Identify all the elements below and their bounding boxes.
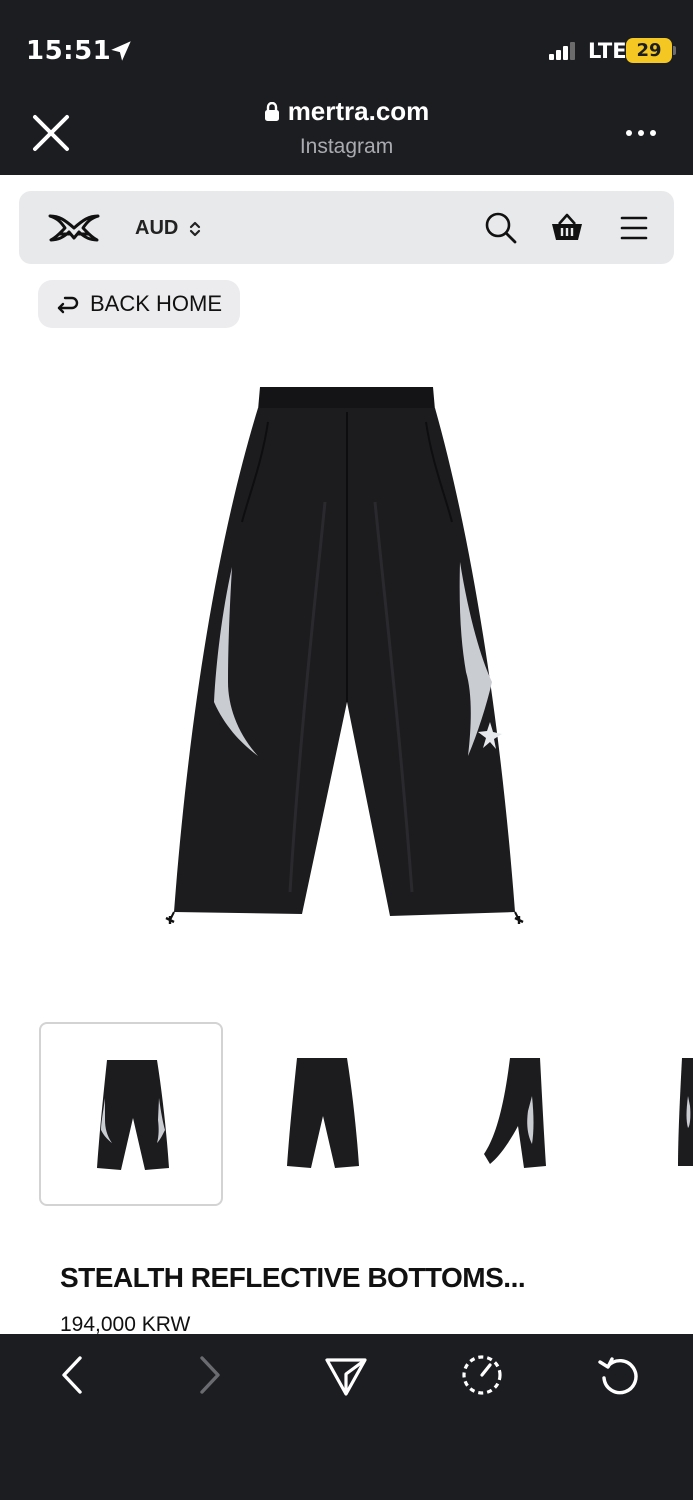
lock-icon xyxy=(264,101,279,121)
browser-header: 15:51 LTE 29 mertra.com Instagram xyxy=(0,0,693,175)
thumbnail-back[interactable] xyxy=(256,1022,440,1206)
thumbnail-front[interactable] xyxy=(39,1022,223,1206)
mertra-logo[interactable] xyxy=(47,210,101,246)
chevron-updown-icon xyxy=(190,221,201,236)
battery-icon: 29 xyxy=(626,38,672,63)
speed-gauge-icon[interactable] xyxy=(459,1352,505,1398)
thumbnail-image xyxy=(484,1058,546,1168)
thumbnail-image xyxy=(287,1058,359,1168)
battery-tip xyxy=(673,46,676,55)
thumbnail-detail[interactable] xyxy=(672,1022,693,1206)
thumbnail-side[interactable] xyxy=(472,1022,656,1206)
signal-bars-icon xyxy=(549,42,575,60)
back-home-button[interactable]: BACK HOME xyxy=(38,280,240,328)
location-arrow-icon xyxy=(111,41,131,61)
thumbnail-image xyxy=(97,1060,169,1170)
product-title: STEALTH REFLECTIVE BOTTOMS... xyxy=(60,1262,526,1293)
back-arrow-icon[interactable] xyxy=(50,1352,96,1398)
return-arrow-icon xyxy=(57,296,79,314)
currency-label: AUD xyxy=(135,217,179,239)
more-icon[interactable] xyxy=(624,118,658,148)
site-navbar: AUD xyxy=(19,191,674,264)
url-text: mertra.com xyxy=(287,96,430,126)
share-icon[interactable] xyxy=(323,1352,369,1398)
menu-icon[interactable] xyxy=(615,209,653,247)
back-home-label: BACK HOME xyxy=(89,291,223,316)
basket-icon[interactable] xyxy=(548,209,586,247)
status-time: 15:51 xyxy=(26,36,112,66)
source-app-label: Instagram xyxy=(299,135,394,158)
search-icon[interactable] xyxy=(482,209,520,247)
reload-icon[interactable] xyxy=(596,1352,642,1398)
network-type: LTE xyxy=(588,39,627,63)
product-main-image[interactable] xyxy=(150,372,543,944)
currency-selector[interactable]: AUD xyxy=(135,217,202,240)
address-bar[interactable]: mertra.com Instagram xyxy=(0,96,693,159)
forward-arrow-icon[interactable] xyxy=(186,1352,232,1398)
thumbnail-image xyxy=(678,1058,693,1166)
